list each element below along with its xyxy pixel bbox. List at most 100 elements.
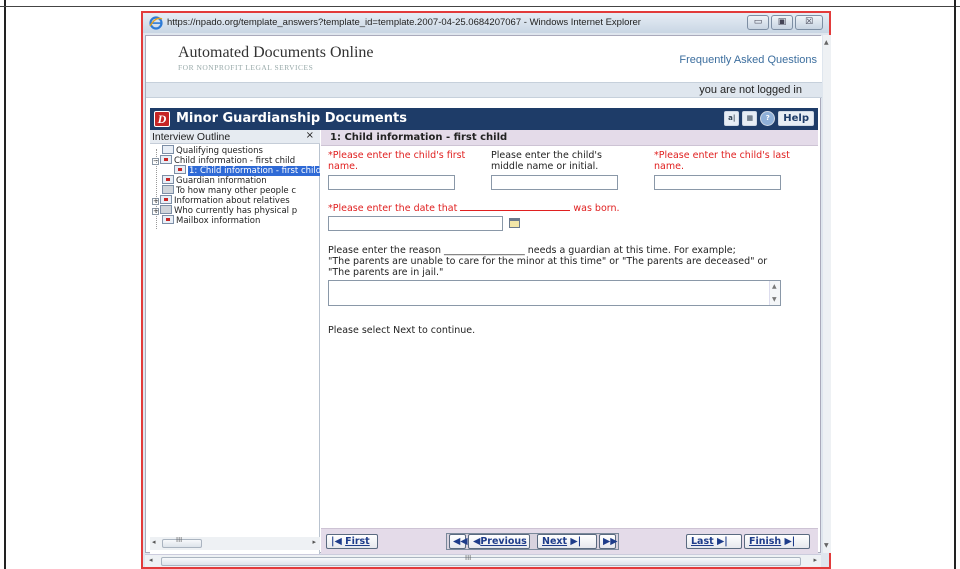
textarea-scrollbar[interactable]: ▲ ▼: [769, 281, 780, 305]
name-blank-underline: [460, 203, 571, 211]
scroll-up-icon[interactable]: ▲: [824, 39, 829, 46]
last-name-label: *Please enter the child's last name.: [654, 150, 790, 172]
left-frame-line: [4, 0, 6, 569]
last-button[interactable]: Last ▶|: [686, 534, 742, 549]
page-icon: [174, 165, 186, 174]
faq-link[interactable]: Frequently Asked Questions: [679, 54, 817, 66]
scroll-up-icon[interactable]: ▲: [772, 283, 777, 290]
app-logo-icon: D: [154, 111, 170, 127]
maximize-button[interactable]: ▣: [771, 15, 793, 30]
minimize-button[interactable]: ▭: [747, 15, 769, 30]
middle-name-label: Please enter the child's middle name or …: [491, 150, 602, 172]
close-icon: ☒: [804, 17, 814, 27]
rewind-icon: ◀◀: [453, 536, 468, 547]
maximize-icon: ▣: [777, 17, 787, 27]
expand-icon[interactable]: +: [152, 198, 159, 205]
fast-forward-button[interactable]: ▶▶: [599, 534, 618, 549]
text-size-icon[interactable]: a|: [724, 111, 740, 126]
section-header: 1: Child information - first child: [321, 130, 818, 146]
browser-horizontal-scrollbar[interactable]: ◂ III ▸: [145, 554, 821, 567]
birth-date-label: *Please enter the date that was born.: [328, 203, 620, 214]
guardian-reason-line: Please enter the reason ________________…: [328, 245, 736, 256]
app-title: Minor Guardianship Documents: [176, 111, 407, 126]
scroll-right-icon[interactable]: ▸: [813, 556, 817, 564]
folder-icon: [160, 155, 172, 164]
middle-name-label-line: Please enter the child's: [491, 150, 602, 161]
navigation-bar: |◀ First ◀◀ ◀Previous Next ▶| ▶▶ Last ▶|…: [321, 528, 818, 554]
middle-name-field[interactable]: [491, 175, 618, 190]
top-frame-line: [0, 6, 960, 7]
scroll-down-icon[interactable]: ▼: [772, 296, 777, 303]
right-frame-line: [954, 0, 956, 569]
next-button[interactable]: Next ▶|: [537, 534, 597, 549]
collapse-icon[interactable]: −: [152, 158, 159, 165]
app-toolbar: a| ▦ ? Help: [724, 111, 814, 126]
login-status-bar: you are not logged in: [146, 82, 822, 98]
window-controls: ▭ ▣ ☒: [747, 15, 823, 30]
browser-titlebar[interactable]: https://npado.org/template_answers?templ…: [143, 13, 829, 33]
next-label: Next: [542, 536, 568, 547]
interview-main-panel: 1: Child information - first child *Plea…: [321, 130, 818, 554]
info-icon[interactable]: ?: [760, 111, 776, 126]
fast-forward-icon: ▶▶: [603, 536, 618, 547]
scroll-down-icon[interactable]: ▼: [824, 542, 829, 549]
screenshot-frame: https://npado.org/template_answers?templ…: [0, 0, 960, 569]
outline-tree: Qualifying questions − Child information …: [150, 145, 320, 525]
scroll-grip: III: [176, 536, 183, 544]
last-label: Last: [691, 536, 714, 547]
last-icon: ▶|: [713, 536, 728, 547]
outline-item-mailbox[interactable]: Mailbox information: [162, 215, 260, 227]
scroll-right-icon[interactable]: ▸: [312, 538, 316, 546]
first-icon: |◀: [331, 536, 346, 547]
page-icon: [162, 145, 174, 154]
close-button[interactable]: ☒: [795, 15, 823, 30]
birth-date-field[interactable]: [328, 216, 503, 231]
finish-label: Finish: [749, 536, 782, 547]
site-header: Automated Documents Online FOR NONPROFIT…: [146, 36, 822, 82]
next-icon: ▶|: [567, 536, 582, 547]
page-icon: [162, 185, 174, 194]
outline-header: Interview Outline ×: [150, 130, 320, 144]
page-icon: [162, 175, 174, 184]
guardian-reason-line: "The parents are unable to care for the …: [328, 256, 768, 267]
grid-view-icon[interactable]: ▦: [742, 111, 758, 126]
first-button[interactable]: |◀ First: [326, 534, 378, 549]
first-name-field[interactable]: [328, 175, 455, 190]
page-content: Automated Documents Online FOR NONPROFIT…: [145, 35, 822, 554]
interview-outline-panel: Interview Outline × Qualifying questions…: [150, 130, 320, 554]
browser-window: https://npado.org/template_answers?templ…: [141, 11, 831, 569]
guardian-reason-label: Please enter the reason ________________…: [328, 245, 767, 278]
folder-icon: [160, 205, 172, 214]
minimize-icon: ▭: [753, 17, 763, 27]
last-name-label-line: *Please enter the child's last: [654, 150, 790, 161]
site-tagline: FOR NONPROFIT LEGAL SERVICES: [178, 63, 314, 72]
help-button[interactable]: Help: [778, 111, 814, 126]
folder-icon: [160, 195, 172, 204]
outline-horizontal-scrollbar[interactable]: ◂ III ▸: [150, 536, 320, 550]
scroll-left-icon[interactable]: ◂: [149, 556, 153, 564]
previous-button[interactable]: ◀Previous: [468, 534, 530, 549]
app-logo-letter: D: [157, 112, 167, 126]
rewind-button[interactable]: ◀◀: [449, 534, 468, 549]
outline-item-label: Mailbox information: [176, 216, 261, 226]
first-label: First: [345, 536, 370, 547]
scroll-thumb[interactable]: [161, 557, 801, 566]
previous-label: Previous: [480, 536, 527, 547]
outline-close-icon[interactable]: ×: [306, 130, 314, 141]
first-name-label-line: name.: [328, 161, 358, 172]
finish-button[interactable]: Finish ▶|: [744, 534, 810, 549]
guardian-reason-textarea[interactable]: ▲ ▼: [328, 280, 781, 306]
site-logo[interactable]: Automated Documents Online: [178, 44, 374, 62]
birth-date-label-start: *Please enter the date that: [328, 203, 458, 214]
internet-explorer-icon: [149, 16, 163, 30]
calendar-icon[interactable]: [509, 218, 520, 228]
guardian-reason-line: "The parents are in jail.": [328, 267, 444, 278]
browser-title: https://npado.org/template_answers?templ…: [167, 17, 641, 28]
browser-vertical-scrollbar[interactable]: ▲ ▼: [823, 35, 831, 553]
middle-name-label-line: middle name or initial.: [491, 161, 599, 172]
outline-title: Interview Outline: [152, 131, 231, 143]
scroll-left-icon[interactable]: ◂: [152, 538, 156, 546]
last-name-field[interactable]: [654, 175, 781, 190]
login-status: you are not logged in: [699, 84, 802, 96]
expand-icon[interactable]: +: [152, 208, 159, 215]
